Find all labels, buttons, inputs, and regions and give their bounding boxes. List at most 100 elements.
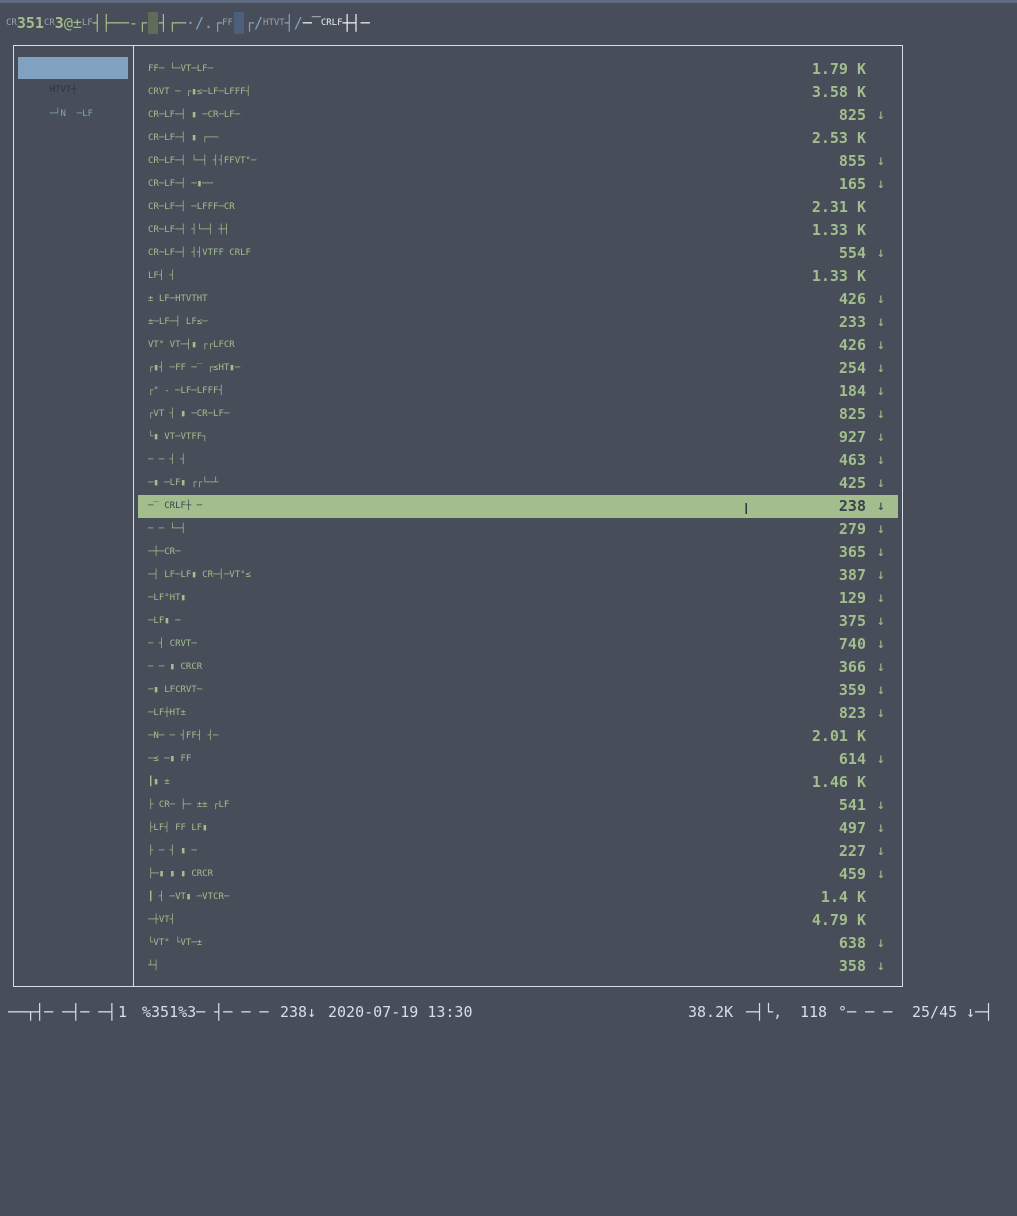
file-row[interactable]: CR─LF─┤ └─┤ ┤┤FFVT°─ 855 ↓ [138, 150, 898, 173]
file-row[interactable]: FF─ └─VT─LF─ 1.79 K [138, 58, 898, 81]
file-row[interactable]: ├LF┤ FF LF▮ 497 ↓ [138, 817, 898, 840]
file-row[interactable]: ┴┤ 358 ↓ [138, 955, 898, 978]
file-size: 1.33 K [811, 267, 866, 285]
file-row[interactable]: CR─LF─┤ ▮ ┌── 2.53 K [138, 127, 898, 150]
file-row[interactable]: ─N─ ─ ┤FF┤ ┤─ 2.01 K [138, 725, 898, 748]
sort-arrow-icon: ↓ [876, 659, 886, 675]
path-segment: -┌ [128, 14, 147, 32]
file-row[interactable]: ─ ┤ CRVT─ 740 ↓ [138, 633, 898, 656]
file-name: └VT° └VT─± [148, 938, 203, 948]
sort-arrow-icon [874, 81, 888, 104]
sort-arrow-icon: ↓ [876, 498, 886, 514]
parent-dir-item[interactable]: ─┘N ─LF [18, 81, 128, 119]
file-name: LF┤ ┤ [148, 271, 176, 281]
file-row[interactable]: ├ ─ ┤ ▮ ─ 227 ↓ [138, 840, 898, 863]
file-size: 459 [838, 865, 866, 883]
file-name: ─ ┤ CRVT─ [148, 639, 197, 649]
file-name: ┌VT ┤ ▮ ─CR─LF─ [148, 409, 230, 419]
sort-arrow-icon [874, 725, 888, 748]
file-row[interactable]: CR─LF─┤ ─▮── 165 ↓ [138, 173, 898, 196]
file-size: 227 [838, 842, 866, 860]
file-size: 825 [838, 106, 866, 124]
file-row[interactable]: LF┤ ┤ 1.33 K [138, 265, 898, 288]
file-row[interactable]: ─LF°HT▮ 129 ↓ [138, 587, 898, 610]
file-size: 855 [838, 152, 866, 170]
sort-arrow-icon [874, 771, 888, 794]
file-row[interactable]: ─LF▮ ─ 375 ↓ [138, 610, 898, 633]
file-size: 165 [838, 175, 866, 193]
file-row[interactable]: CR─LF─┤ ┤└─┤ ┼┤ 1.33 K [138, 219, 898, 242]
sort-arrow-icon: ↓ [876, 452, 886, 468]
file-name: ├ CR─ ├─ ±± ┌LF [148, 800, 230, 810]
path-segment: CR [6, 18, 17, 28]
sort-arrow-icon [874, 127, 888, 150]
file-name: ─┼─CR─ [148, 547, 181, 557]
status-count: 118 [800, 1003, 828, 1021]
file-row[interactable]: CR─LF─┤ ─LFFF─CR 2.31 K [138, 196, 898, 219]
file-name: CR─LF─┤ ▮ ─CR─LF─ [148, 110, 241, 120]
sort-arrow-icon: ↓ [876, 383, 886, 399]
path-segment: ┤┌─ [158, 14, 186, 32]
parent-dir-item[interactable]: HTVT┼ [18, 57, 128, 95]
file-row[interactable]: ┌° - ─LF─LFFF┤ 184 ↓ [138, 380, 898, 403]
file-row[interactable]: ─LF┼HT± 823 ↓ [138, 702, 898, 725]
file-row[interactable]: ─┼VT┤ 4.79 K [138, 909, 898, 932]
file-row[interactable]: ─▮ LFCRVT─ 359 ↓ [138, 679, 898, 702]
path-segment: ┌/ [244, 14, 264, 32]
file-name: ─ ─ ▮ CRCR [148, 662, 203, 672]
sort-arrow-icon: ↓ [876, 176, 886, 192]
sort-arrow-icon [874, 265, 888, 288]
file-row[interactable]: └▮ VT─VTFF┐ 927 ↓ [138, 426, 898, 449]
file-size: 2.31 K [811, 198, 866, 216]
file-size: 375 [838, 612, 866, 630]
file-row[interactable]: CRVT ─ ┌▮≤─LF─LFFF┤ 3.58 K [138, 81, 898, 104]
file-size: 358 [838, 957, 866, 975]
file-row[interactable]: VT° VT─┤▮ ┌┌LFCR 426 ↓ [138, 334, 898, 357]
path-block [147, 12, 158, 34]
sort-arrow-icon: ↓ [876, 406, 886, 422]
sort-arrow-icon: ↓ [876, 843, 886, 859]
file-row[interactable]: ┌VT ┤ ▮ ─CR─LF─ 825 ↓ [138, 403, 898, 426]
file-row[interactable]: CR─LF─┤ ┤┤VTFF CRLF 554 ↓ [138, 242, 898, 265]
file-size: 2.53 K [811, 129, 866, 147]
sort-arrow-icon: ↓ [876, 314, 886, 330]
file-size: 740 [838, 635, 866, 653]
file-row[interactable]: ─≤ ─▮ FF 614 ↓ [138, 748, 898, 771]
file-row[interactable]: ─ ─ └─┤ 279 ↓ [138, 518, 898, 541]
file-name: ┴┤ [148, 961, 159, 971]
sort-arrow-icon: ↓ [876, 360, 886, 376]
file-row[interactable]: ─┼─CR─ 365 ↓ [138, 541, 898, 564]
file-size: 927 [838, 428, 866, 446]
file-row[interactable]: ┃▮ ± 1.46 K [138, 771, 898, 794]
file-size: 254 [838, 359, 866, 377]
file-row[interactable]: ─ ─ ┤ ┤ 463 ↓ [138, 449, 898, 472]
file-name: ─▮ LFCRVT─ [148, 685, 203, 695]
file-row[interactable]: ─‾ CRLF┼ ─ 238 ↓ I [138, 495, 898, 518]
file-row[interactable]: CR─LF─┤ ▮ ─CR─LF─ 825 ↓ [138, 104, 898, 127]
sort-arrow-icon: ↓ [876, 751, 886, 767]
parent-directory-pane: HTVT┼ ─┘N ─LF [18, 57, 128, 119]
file-row[interactable]: ├ CR─ ├─ ±± ┌LF 541 ↓ [138, 794, 898, 817]
status-filename: %351%3─ ┤─ ─ ─ [142, 1003, 269, 1021]
file-name: ─≤ ─▮ FF [148, 754, 192, 764]
file-size: 823 [838, 704, 866, 722]
sort-arrow-icon: ↓ [876, 567, 886, 583]
file-name: ± LF─HTVTHT [148, 294, 208, 304]
file-row[interactable]: ─┤ LF─LF▮ CR─┤─VT°≤ 387 ↓ [138, 564, 898, 587]
sort-arrow-icon: ↓ [876, 153, 886, 169]
directory-listing[interactable]: FF─ └─VT─LF─ 1.79 K CRVT ─ ┌▮≤─LF─LFFF┤ 3.5… [138, 58, 898, 978]
file-row[interactable]: ─ ─ ▮ CRCR 366 ↓ [138, 656, 898, 679]
file-size: 238 [838, 497, 866, 515]
file-row[interactable]: ─▮ ─LF▮ ┌┌└─┴ 425 ↓ [138, 472, 898, 495]
file-size: 1.46 K [811, 773, 866, 791]
file-name: ─N─ ─ ┤FF┤ ┤─ [148, 731, 219, 741]
file-row[interactable]: ┃ ┤ ─VT▮ ─VTCR─ 1.4 K [138, 886, 898, 909]
file-row[interactable]: ±─LF─┤ LF≤─ 233 ↓ [138, 311, 898, 334]
file-row[interactable]: ± LF─HTVTHT 426 ↓ [138, 288, 898, 311]
path-segment: ─‾ [302, 14, 321, 32]
sort-arrow-icon [874, 909, 888, 932]
file-row[interactable]: ├─▮ ▮ ▮ CRCR 459 ↓ [138, 863, 898, 886]
file-size: 359 [838, 681, 866, 699]
file-row[interactable]: └VT° └VT─± 638 ↓ [138, 932, 898, 955]
file-row[interactable]: ┌▮┤ ─FF ─‾ ┌≤HT▮─ 254 ↓ [138, 357, 898, 380]
